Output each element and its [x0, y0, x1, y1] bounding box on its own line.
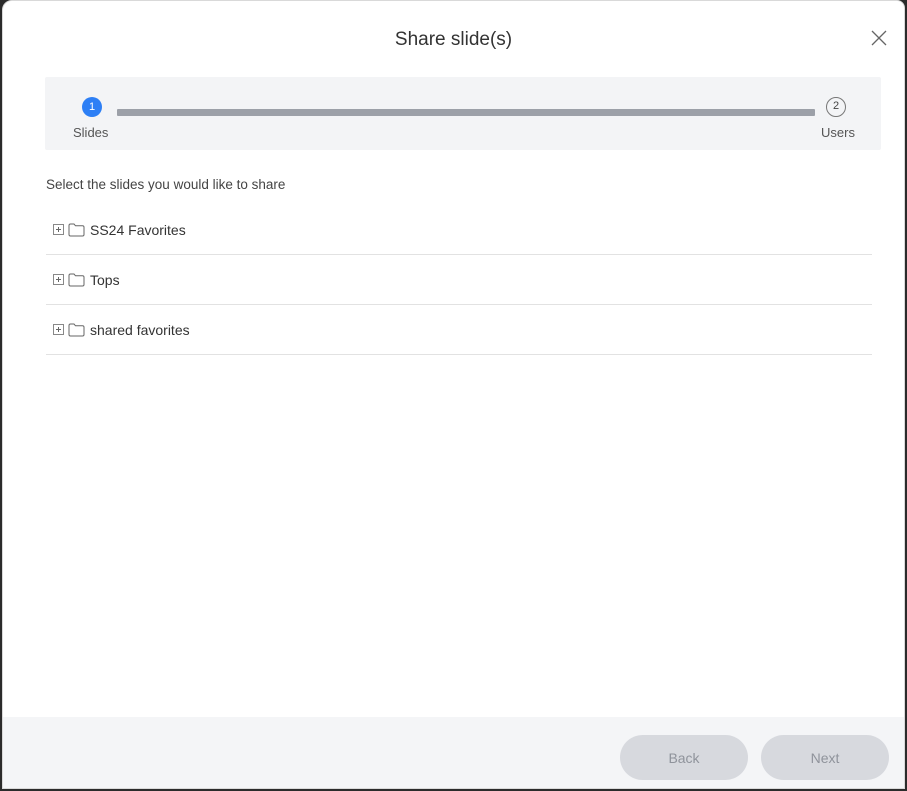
folder-item[interactable]: Tops [46, 255, 872, 305]
plus-box-icon[interactable] [53, 224, 64, 235]
back-button[interactable]: Back [620, 735, 748, 780]
folder-tree: SS24 Favorites Tops shared favorites [46, 205, 872, 355]
folder-icon [68, 273, 85, 286]
folder-item[interactable]: shared favorites [46, 305, 872, 355]
step-1-label: Slides [73, 125, 109, 140]
folder-label: SS24 Favorites [90, 221, 186, 238]
folder-icon [68, 223, 85, 236]
folder-label: shared favorites [90, 321, 190, 338]
stepper: 1 2 Slides Users [45, 77, 881, 150]
folder-item[interactable]: SS24 Favorites [46, 205, 872, 255]
share-slides-dialog: Share slide(s) 1 2 Slides Users Select t… [2, 0, 905, 789]
instruction-text: Select the slides you would like to shar… [46, 177, 286, 192]
step-1-indicator: 1 [82, 97, 102, 117]
step-progress-bar [117, 109, 815, 116]
step-2-indicator: 2 [826, 97, 846, 117]
close-icon[interactable] [868, 27, 890, 49]
plus-box-icon[interactable] [53, 324, 64, 335]
folder-label: Tops [90, 271, 120, 288]
step-2-label: Users [821, 125, 855, 140]
dialog-title: Share slide(s) [394, 29, 513, 50]
dialog-footer: Back Next [3, 717, 904, 788]
next-button[interactable]: Next [761, 735, 889, 780]
folder-icon [68, 323, 85, 336]
plus-box-icon[interactable] [53, 274, 64, 285]
